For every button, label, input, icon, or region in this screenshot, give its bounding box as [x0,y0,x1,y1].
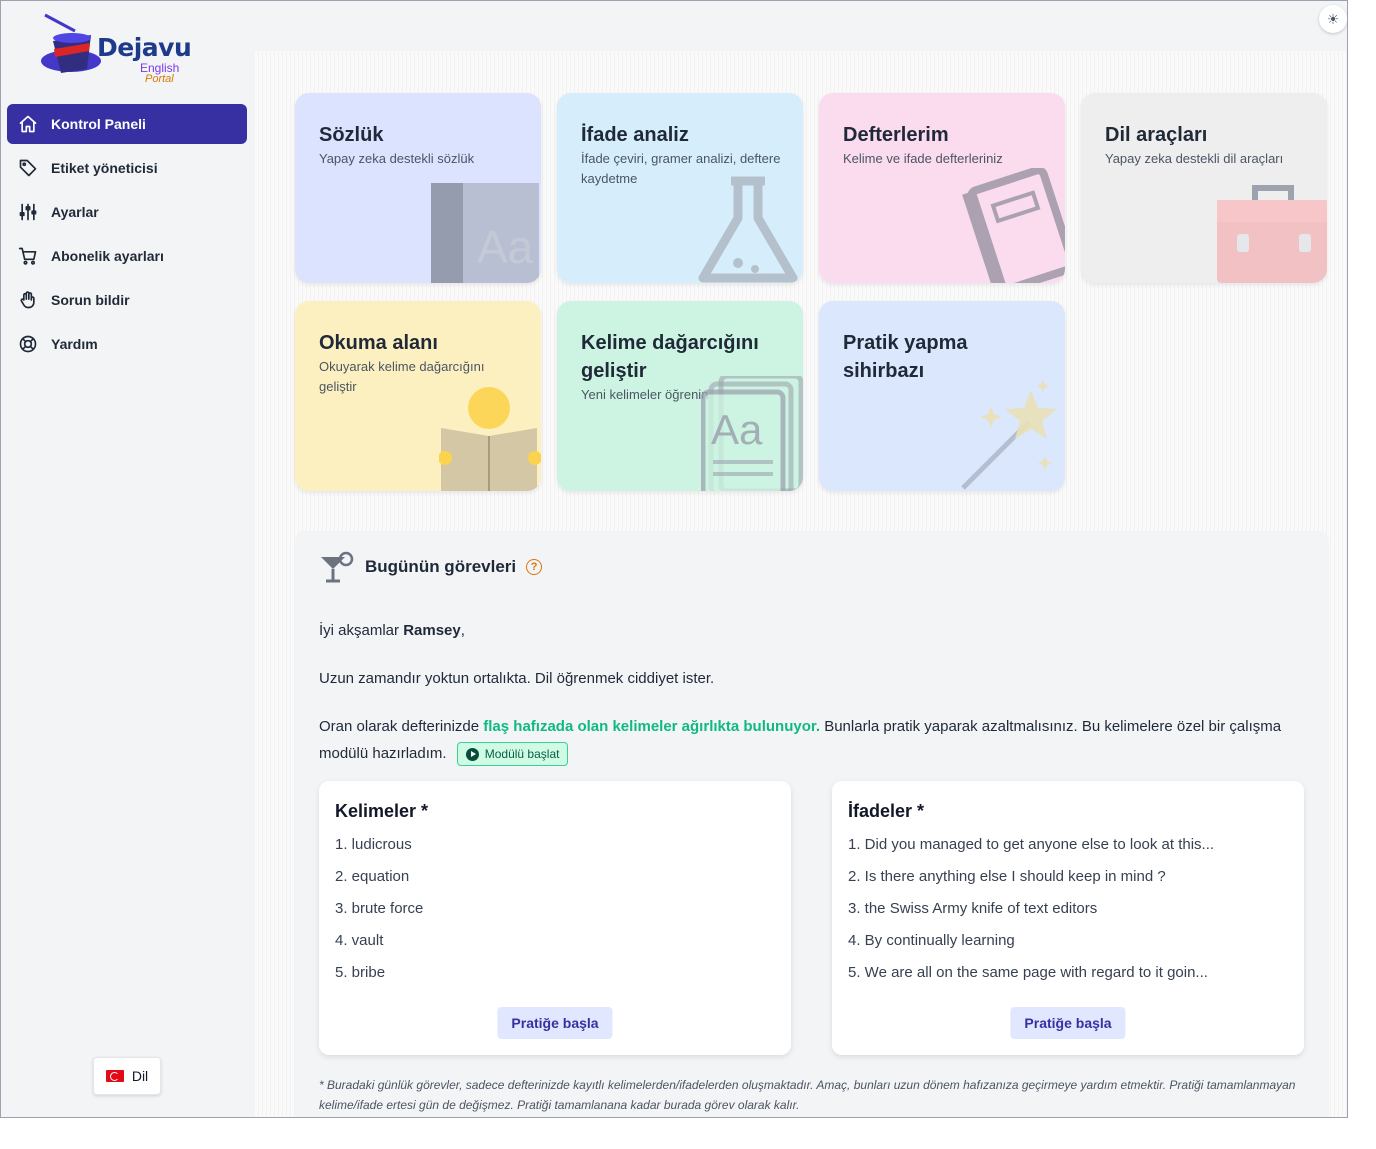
notebook-icon [962,168,1065,283]
card-reading-area[interactable]: Okuma alanı Okuyarak kelime dağarcığını … [295,301,541,491]
sidebar-item-label: Yardım [51,336,98,352]
flask-icon [698,176,798,283]
list-item: 1. ludicrous [335,836,412,853]
card-title: Dil araçları [1105,124,1208,146]
sidebar-item-label: Ayarlar [51,204,99,220]
theme-toggle-button[interactable]: ☀ [1319,5,1347,33]
help-icon[interactable]: ? [526,559,543,575]
list-item: 5. bribe [335,964,386,981]
list-item: 4. vault [335,932,384,949]
list-item: 2. equation [335,868,410,885]
sidebar-item-label: Etiket yöneticisi [51,160,158,176]
words-title: Kelimeler * [335,801,429,821]
app-window: Dejavu English Portal Kontrol Paneli Eti… [0,0,1348,1118]
tasks-title: Bugünün görevleri [365,557,517,576]
sun-icon: ☀ [1326,10,1340,27]
reader-icon [439,387,541,491]
svg-text:Aa: Aa [711,406,763,453]
sidebar-item-dashboard[interactable]: Kontrol Paneli [7,104,247,144]
sidebar-item-subscription[interactable]: Abonelik ayarları [7,236,247,276]
phrases-panel: İfadeler * 1. Did you managed to get any… [832,781,1304,1055]
words-panel: Kelimeler * 1. ludicrous 2. equation 3. … [319,781,791,1055]
language-label: Dil [131,1068,149,1084]
card-title: Okuma alanı [319,332,438,354]
card-title: Sözlük [319,124,384,146]
magic-wand-icon [961,380,1057,490]
phrases-title: İfadeler * [848,801,925,821]
toolbox-icon [1217,185,1327,283]
greeting-prefix: İyi akşamlar [319,622,404,639]
language-button[interactable]: Dil [93,1057,161,1095]
play-icon [465,747,479,761]
todays-tasks-section: Bugünün görevleri ? İyi akşamlar Ramsey,… [295,531,1329,1117]
card-description: Yapay zeka destekli sözlük [319,151,475,166]
list-item: 2. Is there anything else I should keep … [848,868,1166,885]
main-content: Sözlük Yapay zeka destekli sözlük Aa İfa… [255,51,1347,1117]
card-language-tools[interactable]: Dil araçları Yapay zeka destekli dil ara… [1081,93,1327,283]
turkish-flag-icon [105,1070,124,1082]
sidebar-item-label: Kontrol Paneli [51,116,146,132]
card-title: İfade analiz [581,124,689,146]
list-item: 3. brute force [335,900,424,917]
recommendation-message: Oran olarak defterinizde flaş hafızada o… [319,713,1309,767]
sidebar-item-label: Abonelik ayarları [51,248,164,264]
list-item: 4. By continually learning [848,932,1015,949]
card-phrase-analysis[interactable]: İfade analiz İfade çeviri, gramer analiz… [557,93,803,283]
card-practice-wizard[interactable]: Pratik yapma sihirbazı [819,301,1065,491]
card-vocabulary[interactable]: Kelime dağarcığını geliştir Yeni kelimel… [557,301,803,491]
sliders-icon [17,201,39,223]
card-title: Defterlerim [843,124,949,146]
card-description: Yapay zeka destekli dil araçları [1105,151,1284,166]
list-item: 3. the Swiss Army knife of text editors [848,900,1098,917]
sidebar-item-tag-manager[interactable]: Etiket yöneticisi [7,148,247,188]
sidebar-item-report-issue[interactable]: Sorun bildir [7,280,247,320]
logo-text: Dejavu [97,33,192,62]
home-icon [17,113,39,135]
logo[interactable]: Dejavu English Portal [37,11,197,85]
recommendation-highlight: flaş hafızada olan kelimeler ağırlıkta b… [483,718,821,735]
list-item: 5. We are all on the same page with rega… [848,964,1208,981]
lifebuoy-icon [17,333,39,355]
tag-icon [17,157,39,179]
phrases-list: 1. Did you managed to get anyone else to… [848,833,1214,993]
card-description: Kelime ve ifade defterleriniz [843,151,1003,166]
recommendation-prefix: Oran olarak defterinizde [319,718,484,735]
tasks-footnote: * Buradaki günlük görevler, sadece defte… [319,1078,1296,1112]
tasks-header: Bugünün görevleri ? [319,551,543,583]
words-list: 1. ludicrous 2. equation 3. brute force … [335,833,423,993]
start-module-label: Modülü başlat [484,746,560,761]
logo-tagline: Portal [145,73,174,85]
sidebar-nav: Kontrol Paneli Etiket yöneticisi Ayarlar… [7,104,247,368]
sidebar-item-label: Sorun bildir [51,292,130,308]
list-item: 1. Did you managed to get anyone else to… [848,836,1215,853]
topbar: ☀ [253,1,1347,51]
card-dictionary[interactable]: Sözlük Yapay zeka destekli sözlük Aa [295,93,541,283]
hand-icon [17,289,39,311]
words-practice-button[interactable]: Pratiğe başla [497,1007,613,1039]
book-icon: Aa [431,183,539,283]
svg-text:Aa: Aa [477,221,534,273]
greeting-suffix: , [460,622,465,639]
flashcards-icon: Aa [701,376,803,491]
sidebar-item-settings[interactable]: Ayarlar [7,192,247,232]
status-message: Uzun zamandır yoktun ortalıkta. Dil öğre… [319,670,715,687]
phrases-practice-button[interactable]: Pratiğe başla [1010,1007,1126,1039]
start-module-button[interactable]: Modülü başlat [456,742,569,767]
sidebar-item-help[interactable]: Yardım [7,324,247,364]
greeting-text: İyi akşamlar Ramsey, [319,617,1309,644]
user-name: Ramsey [403,622,461,639]
cart-icon [17,245,39,267]
card-notebooks[interactable]: Defterlerim Kelime ve ifade defterlerini… [819,93,1065,283]
sidebar: Dejavu English Portal Kontrol Paneli Eti… [1,1,253,1117]
cocktail-icon [321,551,354,583]
